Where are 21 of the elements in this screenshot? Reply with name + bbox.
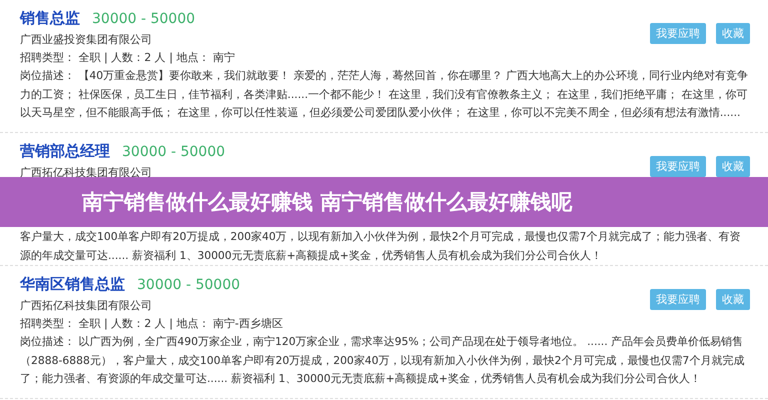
company-name: 广西拓亿科技集团有限公司 [20,298,153,314]
banner-title: 南宁销售做什么最好赚钱 南宁销售做什么最好赚钱呢 [82,189,572,216]
job-title[interactable]: 华南区销售总监 [20,275,125,294]
salary: 30000 - 50000 [122,144,226,160]
favorite-button[interactable]: 收藏 [716,289,750,310]
favorite-button[interactable]: 收藏 [716,156,750,177]
favorite-button[interactable]: 收藏 [716,23,750,44]
company-name: 广西业盛投资集团有限公司 [20,32,153,48]
job-meta: 招聘类型： 全职 | 人数：2 人 | 地点： 南宁 [20,50,236,66]
job-title[interactable]: 营销部总经理 [20,142,110,161]
company-name: 广西拓亿科技集团有限公司 [20,165,153,181]
apply-button[interactable]: 我要应聘 [650,156,706,177]
apply-button[interactable]: 我要应聘 [650,289,706,310]
salary: 30000 - 50000 [92,11,196,27]
job-title[interactable]: 销售总监 [20,9,80,28]
job-description: 客户量大，成交100单客户即有20万提成，200家40万，以现有新加入小伙伴为例，最快2个月可完成，最慢也仅需7个月就完成了；能力强者、有资源的年成交量可达...... 薪资福利 1、30000元无责底薪+高额提成+奖金，优秀销售人员有机会成为我们分公司合伙人！ [20,229,742,264]
job-description: 岗位描述： 【40万重金悬赏】要你敢来，我们就敢要！ 亲爱的，茫茫人海，蓦然回首，你在哪里？ 广西大地高大上的办公环境，同行业内绝对有竞争力的工资； 社保医保，员工生日，佳节福利，各类津贴......一个都不能少！ 在这里，我们没有官僚教条主义； 在这里，我们拒绝平庸； 在这里，你可以天马星空，但不能眼高手低； 在这里，你可以任性装逼，但必须爱公司爱团队爱小伙伴； 在这里，你可以不完美不周全，但必须有想法有激情...... [20,68,750,121]
apply-button[interactable]: 我要应聘 [650,23,706,44]
job-description: 岗位描述： 以广西为例，全广西490万家企业，南宁120万家企业，需求率达95%；公司产品现在处于领导者地位。 ...... 产品年会员费单价低易销售（2888-6888元），客户量大，成交100单客户即有20万提成，200家40万，以现有新加入小伙伴为例，最快2个月可完成，最慢也仅需7个月就完成了；能力强者、有资源的年成交量可达...... 薪资福利 1、30000元无责底薪+高额提成+奖金，优秀销售人员有机会成为我们分公司合伙人！ [20,334,746,387]
salary: 30000 - 50000 [137,277,240,293]
job-meta: 招聘类型： 全职 | 人数：2 人 | 地点： 南宁-西乡塘区 [20,316,284,332]
